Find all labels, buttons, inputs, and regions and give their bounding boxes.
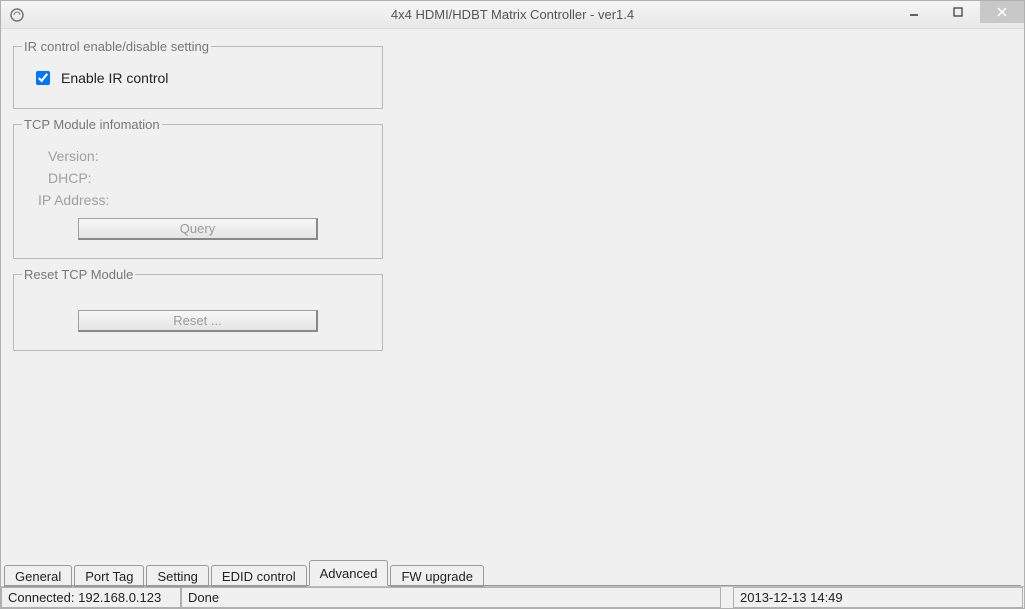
tcp-dhcp-label: DHCP: [48, 170, 370, 186]
reset-group-legend: Reset TCP Module [22, 267, 135, 282]
tab-setting[interactable]: Setting [146, 565, 208, 587]
tabstrip-border [4, 585, 1021, 586]
maximize-button[interactable] [936, 1, 980, 23]
tab-advanced[interactable]: Advanced [309, 560, 389, 586]
status-message: Done [181, 587, 721, 608]
tcp-info-group: TCP Module infomation Version: DHCP: IP … [13, 117, 383, 259]
status-bar: Connected: 192.168.0.123 Done 2013-12-13… [1, 586, 1024, 608]
status-datetime: 2013-12-13 14:49 [733, 587, 1023, 608]
tcp-info-legend: TCP Module infomation [22, 117, 162, 132]
tab-port-tag[interactable]: Port Tag [74, 565, 144, 587]
window-controls [892, 1, 1024, 23]
client-area: IR control enable/disable setting Enable… [1, 29, 1024, 586]
ir-control-group: IR control enable/disable setting Enable… [13, 39, 383, 109]
tab-fw-upgrade[interactable]: FW upgrade [390, 565, 484, 587]
status-gap [721, 587, 733, 608]
titlebar: 4x4 HDMI/HDBT Matrix Controller - ver1.4 [1, 1, 1024, 29]
window-title: 4x4 HDMI/HDBT Matrix Controller - ver1.4 [1, 7, 1024, 22]
status-connection: Connected: 192.168.0.123 [1, 587, 181, 608]
app-icon [9, 7, 25, 23]
reset-tcp-group: Reset TCP Module Reset ... [13, 267, 383, 351]
enable-ir-label: Enable IR control [61, 70, 168, 86]
reset-button[interactable]: Reset ... [78, 310, 318, 332]
ir-group-legend: IR control enable/disable setting [22, 39, 211, 54]
tab-strip: General Port Tag Setting EDID control Ad… [4, 560, 486, 586]
close-button[interactable] [980, 1, 1024, 23]
app-window: 4x4 HDMI/HDBT Matrix Controller - ver1.4… [0, 0, 1025, 609]
tcp-version-label: Version: [48, 148, 370, 164]
enable-ir-checkbox[interactable] [36, 71, 50, 85]
tab-general[interactable]: General [4, 565, 72, 587]
query-button[interactable]: Query [78, 218, 318, 240]
tcp-ip-label: IP Address: [38, 192, 370, 208]
tab-edid-control[interactable]: EDID control [211, 565, 307, 587]
minimize-button[interactable] [892, 1, 936, 23]
